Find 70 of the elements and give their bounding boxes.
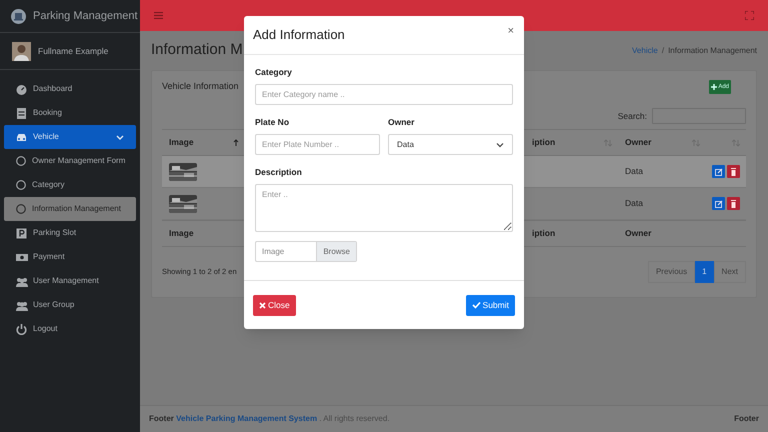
delete-button[interactable] [727, 165, 740, 178]
plate-field[interactable]: Enter Plate Number .. [255, 134, 380, 155]
plus-icon [711, 84, 718, 90]
edit-icon [714, 200, 722, 208]
file-field[interactable]: Image Browse [255, 241, 357, 262]
category-field[interactable]: Enter Category name .. [255, 84, 513, 105]
owner-select[interactable]: Data [388, 134, 513, 155]
browse-button[interactable]: Browse [316, 242, 356, 261]
nav-item[interactable]: Booking [4, 101, 136, 125]
sort-icon [732, 138, 740, 146]
table-cell: Data [625, 198, 643, 208]
pagination-button[interactable]: 1 [695, 261, 714, 283]
document-icon [16, 108, 28, 118]
delete-button[interactable] [727, 197, 740, 210]
trash-icon [730, 200, 737, 208]
users-icon [16, 300, 28, 310]
power-icon [16, 324, 28, 334]
search-label: Search: [618, 110, 647, 122]
nav-item[interactable]: Information Management [4, 197, 136, 221]
modal-title: Add Information [253, 26, 345, 44]
breadcrumb-current: Information Management [668, 44, 757, 56]
column-header: Owner [625, 227, 652, 240]
column-header: Image [169, 227, 194, 240]
user-name: Fullname Example [38, 44, 108, 58]
brand-title: Parking Management [33, 8, 138, 24]
field-label: Description [255, 166, 303, 178]
field-label: Plate No [255, 116, 290, 128]
submit-button[interactable]: Submit [466, 294, 515, 316]
nav-item[interactable]: Owner Management Form [4, 149, 136, 173]
nav-item[interactable]: User Management [4, 269, 136, 293]
dashboard-icon [16, 84, 28, 94]
breadcrumb-separator: / [662, 44, 664, 56]
column-header: iption [532, 227, 556, 240]
money-icon [16, 252, 28, 262]
pagination-button[interactable]: Previous [648, 261, 696, 283]
chevron-icon [496, 142, 504, 148]
page-title: Information M [151, 40, 243, 60]
description-field[interactable]: Enter .. [255, 184, 513, 232]
column-header[interactable]: Image [169, 136, 194, 149]
card-title: Vehicle Information [162, 80, 239, 94]
trash-icon [730, 168, 737, 176]
nav-item[interactable]: User Group [4, 293, 136, 317]
logo-icon [11, 8, 26, 24]
nav-item[interactable]: Payment [4, 245, 136, 269]
table-cell: Data [625, 166, 643, 176]
nav-item[interactable]: Logout [4, 317, 136, 341]
edit-icon [714, 168, 722, 176]
circle-icon [16, 204, 26, 214]
footer-right-text: Footer [734, 413, 759, 425]
nav-item[interactable]: Dashboard [4, 77, 136, 101]
field-label: Category [255, 66, 293, 78]
nav-item[interactable]: Category [4, 173, 136, 197]
column-header[interactable]: Owner [625, 136, 652, 149]
column-header[interactable]: iption [532, 136, 556, 149]
users-icon [16, 276, 28, 286]
circle-icon [16, 180, 26, 190]
field-label: Owner [388, 116, 416, 128]
close-button[interactable]: × [508, 22, 514, 40]
parking-icon [16, 228, 28, 238]
close-button[interactable]: Close [253, 294, 296, 316]
car-icon [16, 132, 28, 142]
edit-button[interactable] [712, 197, 725, 210]
check-icon [472, 301, 481, 309]
avatar-icon [12, 42, 31, 60]
circle-icon [16, 156, 26, 166]
nav-item[interactable]: Parking Slot [4, 221, 136, 245]
close-icon [259, 302, 266, 308]
edit-button[interactable] [712, 165, 725, 178]
pagination-button[interactable]: Next [714, 261, 746, 283]
nav-item[interactable]: Vehicle [4, 125, 136, 149]
